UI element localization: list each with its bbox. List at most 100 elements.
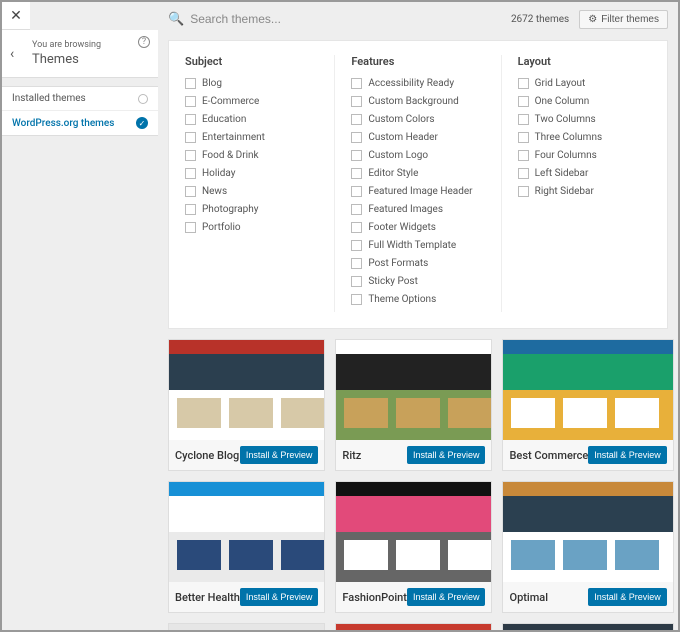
filter-checkbox-row[interactable]: Featured Image Header [351, 186, 484, 197]
install-preview-button[interactable]: Install & Preview [240, 446, 319, 464]
theme-card[interactable]: Cyclone BlogInstall & Preview [168, 339, 325, 471]
install-preview-button[interactable]: Install & Preview [407, 588, 486, 606]
install-preview-button[interactable]: Install & Preview [407, 446, 486, 464]
filter-checkbox-row[interactable]: Right Sidebar [518, 186, 651, 197]
filter-checkbox-row[interactable]: Post Formats [351, 258, 484, 269]
theme-card[interactable] [335, 623, 492, 630]
radio-checked-icon: ✓ [136, 117, 148, 129]
radio-unchecked-icon [138, 94, 148, 104]
checkbox-icon [518, 168, 529, 179]
filter-checkbox-row[interactable]: Theme Options [351, 294, 484, 305]
filter-checkbox-row[interactable]: Editor Style [351, 168, 484, 179]
theme-thumbnail [503, 624, 672, 630]
filter-column-title: Subject [185, 55, 318, 68]
install-preview-button[interactable]: Install & Preview [240, 588, 319, 606]
theme-thumbnail [169, 482, 324, 582]
filter-checkbox-row[interactable]: Full Width Template [351, 240, 484, 251]
filter-item-label: One Column [535, 96, 590, 107]
filter-checkbox-row[interactable]: Custom Header [351, 132, 484, 143]
filter-checkbox-row[interactable]: Grid Layout [518, 78, 651, 89]
filter-item-label: Accessibility Ready [368, 78, 454, 89]
filter-item-label: Blog [202, 78, 222, 89]
checkbox-icon [185, 150, 196, 161]
theme-thumbnail [503, 340, 672, 440]
filter-checkbox-row[interactable]: Sticky Post [351, 276, 484, 287]
filter-themes-button[interactable]: ⚙ Filter themes [579, 10, 668, 29]
filter-checkbox-row[interactable]: Portfolio [185, 222, 318, 233]
top-bar: 🔍 2672 themes ⚙ Filter themes [158, 2, 678, 36]
install-preview-button[interactable]: Install & Preview [588, 446, 667, 464]
checkbox-icon [185, 114, 196, 125]
filter-checkbox-row[interactable]: Two Columns [518, 114, 651, 125]
filter-checkbox-row[interactable]: Holiday [185, 168, 318, 179]
checkbox-icon [351, 114, 362, 125]
theme-card-footer: FashionPointInstall & Preview [336, 582, 491, 612]
filter-column: LayoutGrid LayoutOne ColumnTwo ColumnsTh… [502, 55, 667, 312]
filter-panel: Subject Blog E-Commerce Education Entertainm… [168, 40, 668, 329]
install-preview-button[interactable]: Install & Preview [588, 588, 667, 606]
checkbox-icon [185, 222, 196, 233]
filter-checkbox-row[interactable]: Food & Drink [185, 150, 318, 161]
checkbox-icon [518, 78, 529, 89]
theme-name: Cyclone Blog [175, 449, 239, 462]
filter-item-label: Four Columns [535, 150, 597, 161]
filter-checkbox-row[interactable]: Left Sidebar [518, 168, 651, 179]
theme-card[interactable]: RitzInstall & Preview [335, 339, 492, 471]
source-wporg-themes[interactable]: WordPress.org themes ✓ [2, 111, 158, 135]
filter-item-label: Entertainment [202, 132, 265, 143]
filter-item-label: Theme Options [368, 294, 436, 305]
back-chevron-icon[interactable]: ‹ [10, 46, 14, 62]
filter-checkbox-row[interactable]: Custom Logo [351, 150, 484, 161]
filter-checkbox-row[interactable]: Custom Colors [351, 114, 484, 125]
theme-count-number: 2672 [511, 14, 533, 25]
filter-checkbox-row[interactable]: Entertainment [185, 132, 318, 143]
filter-checkbox-row[interactable]: Three Columns [518, 132, 651, 143]
filter-item-label: Grid Layout [535, 78, 586, 89]
filter-item-label: E-Commerce [202, 96, 259, 107]
filter-item-label: News [202, 186, 227, 197]
theme-card[interactable] [168, 623, 325, 630]
filter-item-label: Holiday [202, 168, 235, 179]
filter-item-label: Sticky Post [368, 276, 418, 287]
filter-checkbox-row[interactable]: Custom Background [351, 96, 484, 107]
theme-card-footer: Cyclone BlogInstall & Preview [169, 440, 324, 470]
help-icon[interactable]: ? [138, 36, 150, 48]
filter-item-label: Editor Style [368, 168, 418, 179]
theme-name: Optimal [509, 591, 548, 604]
checkbox-icon [351, 132, 362, 143]
filter-checkbox-row[interactable]: Accessibility Ready [351, 78, 484, 89]
source-label: Installed themes [12, 93, 86, 104]
checkbox-icon [185, 96, 196, 107]
filter-item-label: Custom Logo [368, 150, 428, 161]
filter-checkbox-row[interactable]: Blog [185, 78, 318, 89]
left-sidebar: ✕ ‹ ? You are browsing Themes Installed … [2, 2, 158, 630]
filter-item-label: Food & Drink [202, 150, 259, 161]
checkbox-icon [518, 114, 529, 125]
filter-checkbox-row[interactable]: One Column [518, 96, 651, 107]
filter-checkbox-row[interactable]: Photography [185, 204, 318, 215]
filter-checkbox-row[interactable]: Footer Widgets [351, 222, 484, 233]
filter-column: Subject Blog E-Commerce Education Entertainm… [169, 55, 335, 312]
theme-card[interactable] [502, 623, 673, 630]
filter-checkbox-row[interactable]: Four Columns [518, 150, 651, 161]
filter-item-label: Left Sidebar [535, 168, 589, 179]
theme-count-suffix: themes [536, 14, 569, 25]
theme-card[interactable]: FashionPointInstall & Preview [335, 481, 492, 613]
filter-checkbox-row[interactable]: E-Commerce [185, 96, 318, 107]
checkbox-icon [351, 240, 362, 251]
filter-checkbox-row[interactable]: Education [185, 114, 318, 125]
theme-card[interactable]: Best CommerceInstall & Preview [502, 339, 673, 471]
theme-card-footer: Best CommerceInstall & Preview [503, 440, 672, 470]
source-installed-themes[interactable]: Installed themes [2, 87, 158, 111]
filter-item-label: Right Sidebar [535, 186, 594, 197]
checkbox-icon [518, 150, 529, 161]
filter-checkbox-row[interactable]: News [185, 186, 318, 197]
search-input[interactable] [188, 8, 501, 30]
checkbox-icon [351, 186, 362, 197]
browse-header: ‹ ? You are browsing Themes [2, 30, 158, 78]
theme-card[interactable]: Optimal Install & Preview [502, 481, 673, 613]
theme-card[interactable]: Better HealthInstall & Preview [168, 481, 325, 613]
filter-checkbox-row[interactable]: Featured Images [351, 204, 484, 215]
close-button[interactable]: ✕ [2, 2, 30, 30]
theme-thumbnail [169, 624, 324, 630]
